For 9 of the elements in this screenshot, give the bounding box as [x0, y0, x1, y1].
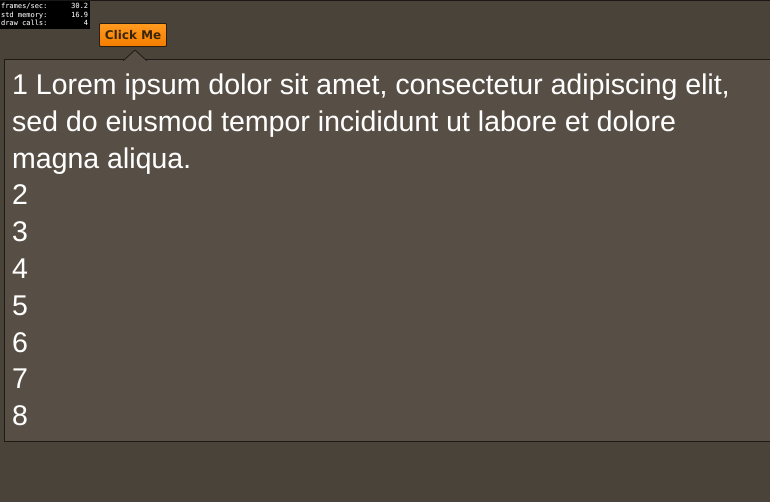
click-button[interactable]: Click Me — [99, 23, 167, 47]
popover-text: 6 — [12, 326, 29, 361]
popover-text: 3 — [12, 215, 29, 250]
popover-text: 1 Lorem ipsum dolor sit amet, consectetur adipiscing elit, sed do eiusmod tempor incididunt ut labore et dolore magna aliqua. — [12, 68, 731, 177]
popover-text: 2 — [12, 178, 29, 214]
popover-text: 8 — [12, 399, 29, 434]
popover-text: 5 — [12, 288, 29, 324]
popover-text: 7 — [12, 362, 29, 398]
popover-text: 4 — [12, 252, 29, 287]
